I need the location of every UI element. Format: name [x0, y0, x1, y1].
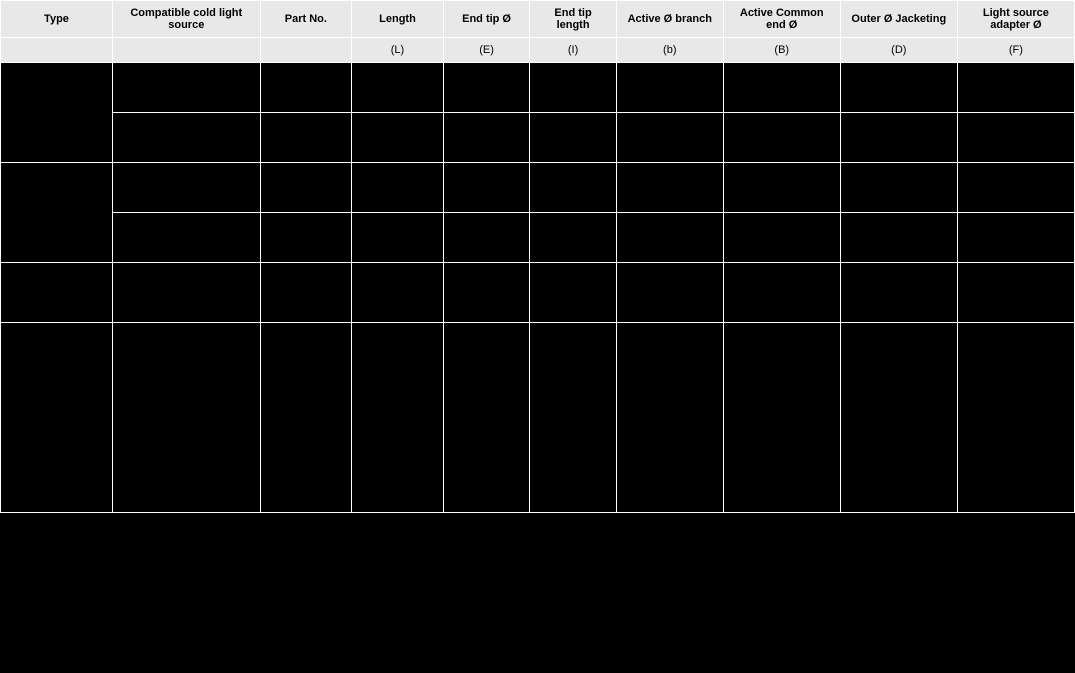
cell-length: [352, 263, 444, 323]
cell-endtip-d: [443, 323, 530, 513]
col-header-lightsrc: Light source adapter Ø: [957, 1, 1074, 38]
table-row: [1, 113, 1075, 163]
col-sub-outer: (D): [840, 38, 957, 63]
cell-endtip-l: [530, 63, 617, 113]
cell-partno: [260, 263, 352, 323]
cell-lightsrc: [957, 163, 1074, 213]
col-sub-partno: [260, 38, 352, 63]
cell-endtip-d: [443, 163, 530, 213]
cell-active-c: [723, 113, 840, 163]
cell-length: [352, 213, 444, 263]
col-header-active-c: Active Common end Ø: [723, 1, 840, 38]
cell-lightsrc: [957, 263, 1074, 323]
cell-lightsrc: [957, 213, 1074, 263]
table-row: [1, 323, 1075, 513]
cell-active-b: [616, 323, 723, 513]
data-table: Type Compatible cold light source Part N…: [0, 0, 1075, 513]
cell-endtip-d: [443, 63, 530, 113]
cell-lightsrc: [957, 113, 1074, 163]
cell-compat: [112, 213, 260, 263]
cell-active-c: [723, 63, 840, 113]
cell-endtip-l: [530, 163, 617, 213]
cell-partno: [260, 323, 352, 513]
col-sub-compat: [112, 38, 260, 63]
cell-lightsrc: [957, 63, 1074, 113]
cell-active-c: [723, 213, 840, 263]
col-sub-endtip-l: (I): [530, 38, 617, 63]
col-header-outer: Outer Ø Jacketing: [840, 1, 957, 38]
cell-active-b: [616, 263, 723, 323]
table-container: Type Compatible cold light source Part N…: [0, 0, 1075, 513]
cell-active-c: [723, 263, 840, 323]
cell-active-b: [616, 113, 723, 163]
cell-endtip-d: [443, 213, 530, 263]
cell-compat: [112, 163, 260, 213]
cell-type: [1, 323, 113, 513]
cell-active-c: [723, 323, 840, 513]
cell-length: [352, 163, 444, 213]
col-header-length: Length: [352, 1, 444, 38]
table-row: [1, 213, 1075, 263]
col-header-compat: Compatible cold light source: [112, 1, 260, 38]
cell-compat: [112, 263, 260, 323]
cell-endtip-d: [443, 113, 530, 163]
cell-length: [352, 323, 444, 513]
col-header-endtip-d: End tip Ø: [443, 1, 530, 38]
cell-outer: [840, 113, 957, 163]
cell-type: [1, 163, 113, 263]
cell-active-b: [616, 163, 723, 213]
table-row: [1, 63, 1075, 113]
cell-lightsrc: [957, 323, 1074, 513]
cell-compat: [112, 63, 260, 113]
cell-type: [1, 63, 113, 163]
col-header-type: Type: [1, 1, 113, 38]
col-sub-endtip-d: (E): [443, 38, 530, 63]
cell-type: [1, 263, 113, 323]
cell-active-b: [616, 63, 723, 113]
cell-active-c: [723, 163, 840, 213]
cell-endtip-d: [443, 263, 530, 323]
col-sub-active-c: (B): [723, 38, 840, 63]
cell-compat: [112, 113, 260, 163]
cell-endtip-l: [530, 113, 617, 163]
col-sub-active-b: (b): [616, 38, 723, 63]
cell-active-b: [616, 213, 723, 263]
table-row: [1, 263, 1075, 323]
cell-partno: [260, 113, 352, 163]
col-header-partno: Part No.: [260, 1, 352, 38]
table-row: [1, 163, 1075, 213]
col-header-endtip-l: End tip length: [530, 1, 617, 38]
cell-partno: [260, 213, 352, 263]
cell-endtip-l: [530, 263, 617, 323]
cell-endtip-l: [530, 213, 617, 263]
cell-outer: [840, 323, 957, 513]
col-sub-length: (L): [352, 38, 444, 63]
col-sub-type: [1, 38, 113, 63]
cell-outer: [840, 263, 957, 323]
col-header-active-b: Active Ø branch: [616, 1, 723, 38]
cell-length: [352, 113, 444, 163]
cell-partno: [260, 163, 352, 213]
cell-compat: [112, 323, 260, 513]
cell-endtip-l: [530, 323, 617, 513]
col-sub-lightsrc: (F): [957, 38, 1074, 63]
cell-outer: [840, 163, 957, 213]
cell-partno: [260, 63, 352, 113]
cell-outer: [840, 63, 957, 113]
cell-length: [352, 63, 444, 113]
cell-outer: [840, 213, 957, 263]
